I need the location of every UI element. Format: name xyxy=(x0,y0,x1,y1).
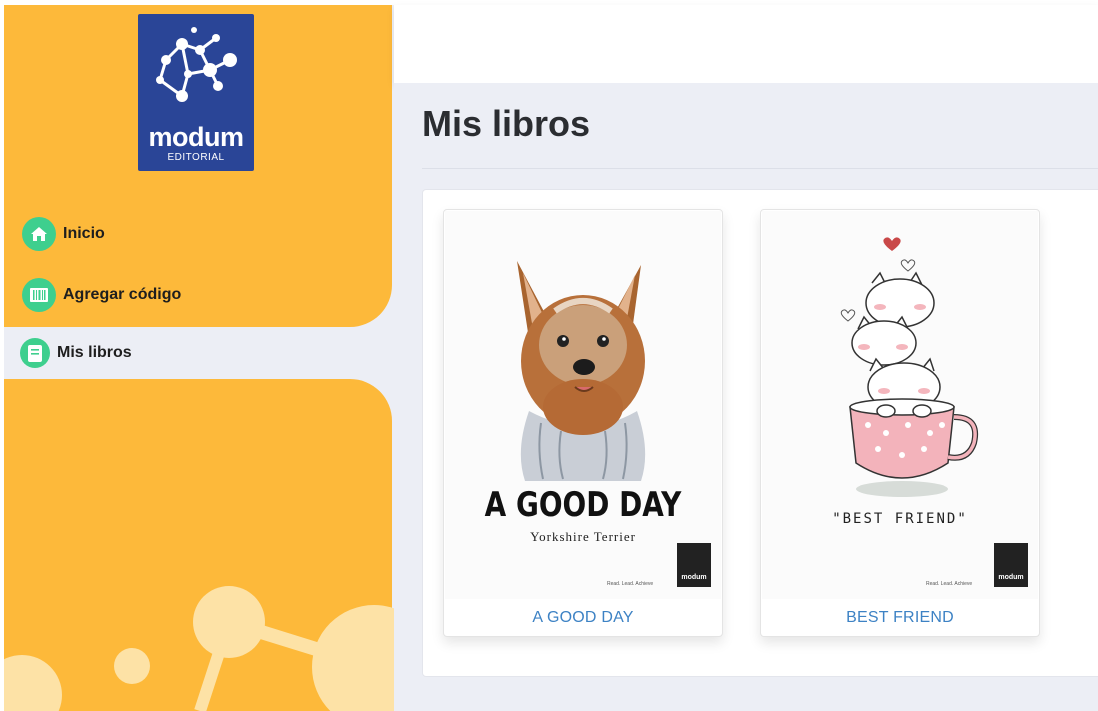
modum-logo[interactable]: modum EDITORIAL xyxy=(138,14,254,171)
top-bar xyxy=(394,5,1098,83)
publisher-label: modum xyxy=(681,574,707,581)
books-panel: A GOOD DAY Yorkshire Terrier Read. Lead.… xyxy=(422,189,1098,677)
sidebar: modum EDITORIAL Inicio Agregar código Mi… xyxy=(4,5,394,711)
publisher-label: modum xyxy=(998,574,1024,581)
sidebar-item-agregar-codigo[interactable]: Agregar código xyxy=(22,277,181,313)
cover-tagline: Read. Lead. Achieve xyxy=(607,581,654,587)
sidebar-item-label: Agregar código xyxy=(63,286,182,303)
book-card[interactable]: "BEST FRIEND" Read. Lead. Achieve modum … xyxy=(760,209,1040,637)
home-icon xyxy=(22,217,56,251)
sidebar-item-label: Mis libros xyxy=(57,344,132,361)
book-title-link[interactable]: BEST FRIEND xyxy=(761,609,1039,627)
logo-wordmark: modum xyxy=(148,122,245,152)
publisher-mark: modum xyxy=(677,543,711,587)
cover-title: A GOOD DAY xyxy=(484,485,682,525)
cats-in-cup-illustration xyxy=(840,237,978,497)
main-content: Mis libros A GOOD DAY Yorkshire Terrier … xyxy=(394,83,1098,711)
cover-title: "BEST FRIEND" xyxy=(832,511,968,527)
book-cover: A GOOD DAY Yorkshire Terrier Read. Lead.… xyxy=(445,211,721,599)
book-icon xyxy=(20,338,50,368)
sidebar-item-label: Inicio xyxy=(63,225,105,242)
page-title: Mis libros xyxy=(422,103,591,144)
network-logo-icon xyxy=(156,27,237,102)
title-divider xyxy=(422,168,1098,169)
publisher-mark: modum xyxy=(994,543,1028,587)
book-title-link[interactable]: A GOOD DAY xyxy=(444,609,722,627)
sidebar-item-inicio[interactable]: Inicio xyxy=(22,216,105,252)
cover-tagline: Read. Lead. Achieve xyxy=(926,581,973,587)
book-card[interactable]: A GOOD DAY Yorkshire Terrier Read. Lead.… xyxy=(443,209,723,637)
book-cover: "BEST FRIEND" Read. Lead. Achieve modum xyxy=(762,211,1038,599)
app-window: modum EDITORIAL Inicio Agregar código Mi… xyxy=(0,0,1098,711)
logo-subtitle: EDITORIAL xyxy=(167,152,225,163)
barcode-icon xyxy=(22,278,56,312)
sidebar-item-mis-libros[interactable]: Mis libros xyxy=(20,335,132,371)
